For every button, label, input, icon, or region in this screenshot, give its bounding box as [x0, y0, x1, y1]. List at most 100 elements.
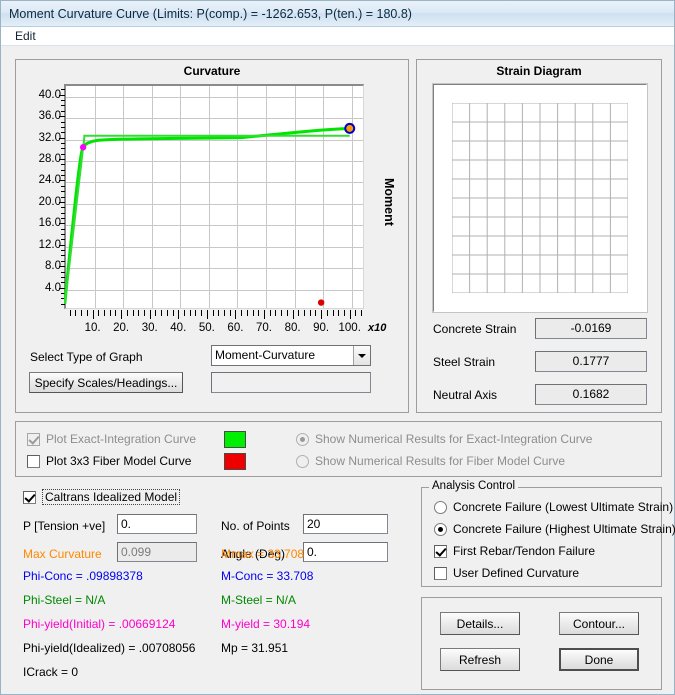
y-axis-tick-label: 16.0 [38, 217, 61, 230]
plot-fiber-curve-label: Plot 3x3 Fiber Model Curve [46, 454, 192, 468]
x-axis-tickmark [344, 310, 345, 316]
x-axis-tickmark [126, 310, 128, 316]
analysis-option-row[interactable]: Concrete Failure (Lowest Ultimate Strain… [434, 500, 673, 514]
x-axis-tickmarks [64, 310, 364, 320]
result-left-value: Phi-yield(Initial) = .00669124 [23, 617, 176, 631]
analysis-option-radio[interactable] [434, 500, 447, 514]
graph-type-combo[interactable]: Moment-Curvature [211, 345, 371, 366]
plot-exact-curve-checkbox[interactable] [27, 432, 40, 446]
x-axis-tickmark [86, 310, 88, 316]
x-axis-tickmark [75, 310, 77, 316]
x-axis-tickmark [241, 310, 243, 316]
x-axis-tickmark [161, 310, 163, 316]
caltrans-model-row[interactable]: Caltrans Idealized Model [23, 489, 181, 505]
analysis-option-checkbox[interactable] [434, 544, 447, 558]
x-axis-tick-label: 60. [227, 322, 244, 334]
x-axis-tickmark [349, 310, 351, 319]
analysis-option-radio[interactable] [434, 522, 447, 536]
y-axis-tick-label: 40.0 [38, 88, 61, 101]
x-axis-tickmark [149, 310, 151, 319]
points-value: 20 [307, 517, 321, 531]
result-rows: Phi-Conc = .09898378 M-Conc = 33.708 Phi-S… [15, 569, 409, 689]
strain-row-label: Neutral Axis [433, 388, 498, 402]
analysis-control-legend: Analysis Control [429, 480, 519, 492]
plot-exact-curve-row[interactable]: Plot Exact-Integration Curve [27, 432, 196, 446]
result-left-value: ICrack = 0 [23, 665, 79, 679]
menu-item-edit[interactable]: Edit [9, 27, 42, 46]
x-axis-tickmark [195, 310, 197, 316]
analysis-option-row[interactable]: First Rebar/Tendon Failure [434, 544, 595, 558]
curve-plot-options-panel: Plot Exact-Integration Curve Show Numeri… [15, 421, 662, 477]
plot-exact-curve-label: Plot Exact-Integration Curve [46, 432, 197, 446]
specify-scales-button[interactable]: Specify Scales/Headings... [29, 372, 183, 393]
select-graph-label: Select Type of Graph [30, 350, 143, 364]
x-axis-tickmark [355, 310, 357, 316]
x-axis-multiplier: x10 [368, 322, 387, 334]
y-axis-tick-label: 12.0 [38, 238, 61, 251]
caltrans-idealized-model-checkbox[interactable] [23, 490, 36, 504]
strain-row-value: -0.0169 [535, 318, 647, 339]
x-axis-tickmark [275, 310, 277, 316]
result-right-value: Mp = 31.951 [221, 641, 289, 655]
x-axis-tickmark [235, 310, 237, 319]
points-input[interactable]: 20 [303, 514, 388, 534]
x-axis-tickmark [212, 310, 214, 316]
show-exact-results-label: Show Numerical Results for Exact-Integra… [315, 432, 593, 446]
exact-curve-color-swatch[interactable] [224, 431, 246, 448]
plot-fiber-curve-row[interactable]: Plot 3x3 Fiber Model Curve [27, 454, 191, 468]
x-axis-tickmark [132, 310, 134, 316]
max-curvature-input: 0.099 [117, 542, 197, 562]
strain-diagram-panel: Strain Diagram Concrete Strain -0.0169 Ste… [416, 59, 662, 413]
strain-row-label: Steel Strain [433, 355, 496, 369]
strain-value-rows: Concrete Strain -0.0169 Steel Strain 0.1777… [417, 318, 663, 408]
x-axis-tickmark [69, 310, 71, 316]
strain-panel-title: Strain Diagram [496, 64, 582, 78]
done-button[interactable]: Done [559, 648, 639, 671]
x-axis-tick-label: 30. [141, 322, 158, 334]
marker-fiber-model-point [317, 299, 325, 306]
x-axis-tickmark [298, 310, 300, 316]
show-exact-results-radio[interactable] [296, 432, 309, 446]
x-axis-tickmark [98, 310, 100, 316]
x-axis-tick-label: 10. [84, 322, 101, 334]
x-axis-tickmark [172, 310, 174, 316]
strain-row-value: 0.1682 [535, 384, 647, 405]
x-axis-tickmark [178, 310, 180, 319]
model-results-panel: Caltrans Idealized Model P [Tension +ve]… [15, 483, 409, 690]
heading-field[interactable] [211, 372, 371, 393]
y-axis-tick-label: 28.0 [38, 153, 61, 165]
show-fiber-results-label: Show Numerical Results for Fiber Model C… [315, 454, 566, 468]
x-axis-tickmark [104, 310, 105, 316]
curve-graphics [64, 122, 356, 306]
analysis-option-row[interactable]: User Defined Curvature [434, 566, 579, 580]
chevron-down-icon[interactable] [353, 346, 370, 365]
p-tension-input[interactable]: 0. [117, 514, 197, 534]
details-button[interactable]: Details... [440, 612, 520, 635]
result-left-value: Phi-Steel = N/A [23, 593, 106, 607]
analysis-option-label: First Rebar/Tendon Failure [453, 544, 596, 558]
x-axis-tickmark [224, 310, 225, 316]
plot-fiber-curve-checkbox[interactable] [27, 454, 40, 468]
action-buttons-panel: Details... Contour... Refresh Done [421, 597, 662, 690]
show-exact-results-row[interactable]: Show Numerical Results for Exact-Integra… [296, 432, 592, 446]
angle-input[interactable]: 0. [303, 542, 388, 562]
analysis-option-checkbox[interactable] [434, 566, 447, 580]
show-fiber-results-row[interactable]: Show Numerical Results for Fiber Model C… [296, 454, 565, 468]
show-fiber-results-radio[interactable] [296, 454, 309, 468]
p-tension-label: P [Tension +ve] [23, 519, 106, 533]
contour-button[interactable]: Contour... [559, 612, 639, 635]
refresh-button[interactable]: Refresh [440, 648, 520, 671]
p-tension-value: 0. [121, 517, 132, 531]
x-axis-tickmark [109, 310, 111, 316]
x-axis-tickmark [304, 310, 305, 316]
analysis-option-row[interactable]: Concrete Failure (Highest Ultimate Strai… [434, 522, 675, 536]
x-axis-tickmark [138, 310, 140, 316]
y-axis-tick-label: 36.0 [38, 110, 61, 123]
analysis-option-label: Concrete Failure (Lowest Ultimate Strain… [453, 500, 674, 514]
strain-row-value: 0.1777 [535, 351, 647, 372]
x-axis-tick-label: 40. [170, 322, 187, 334]
curve-caltrans-idealized-model [64, 134, 350, 304]
fiber-curve-color-swatch[interactable] [224, 453, 246, 470]
analysis-option-label: Concrete Failure (Highest Ultimate Strai… [453, 522, 675, 536]
x-axis-tickmark [92, 310, 94, 319]
